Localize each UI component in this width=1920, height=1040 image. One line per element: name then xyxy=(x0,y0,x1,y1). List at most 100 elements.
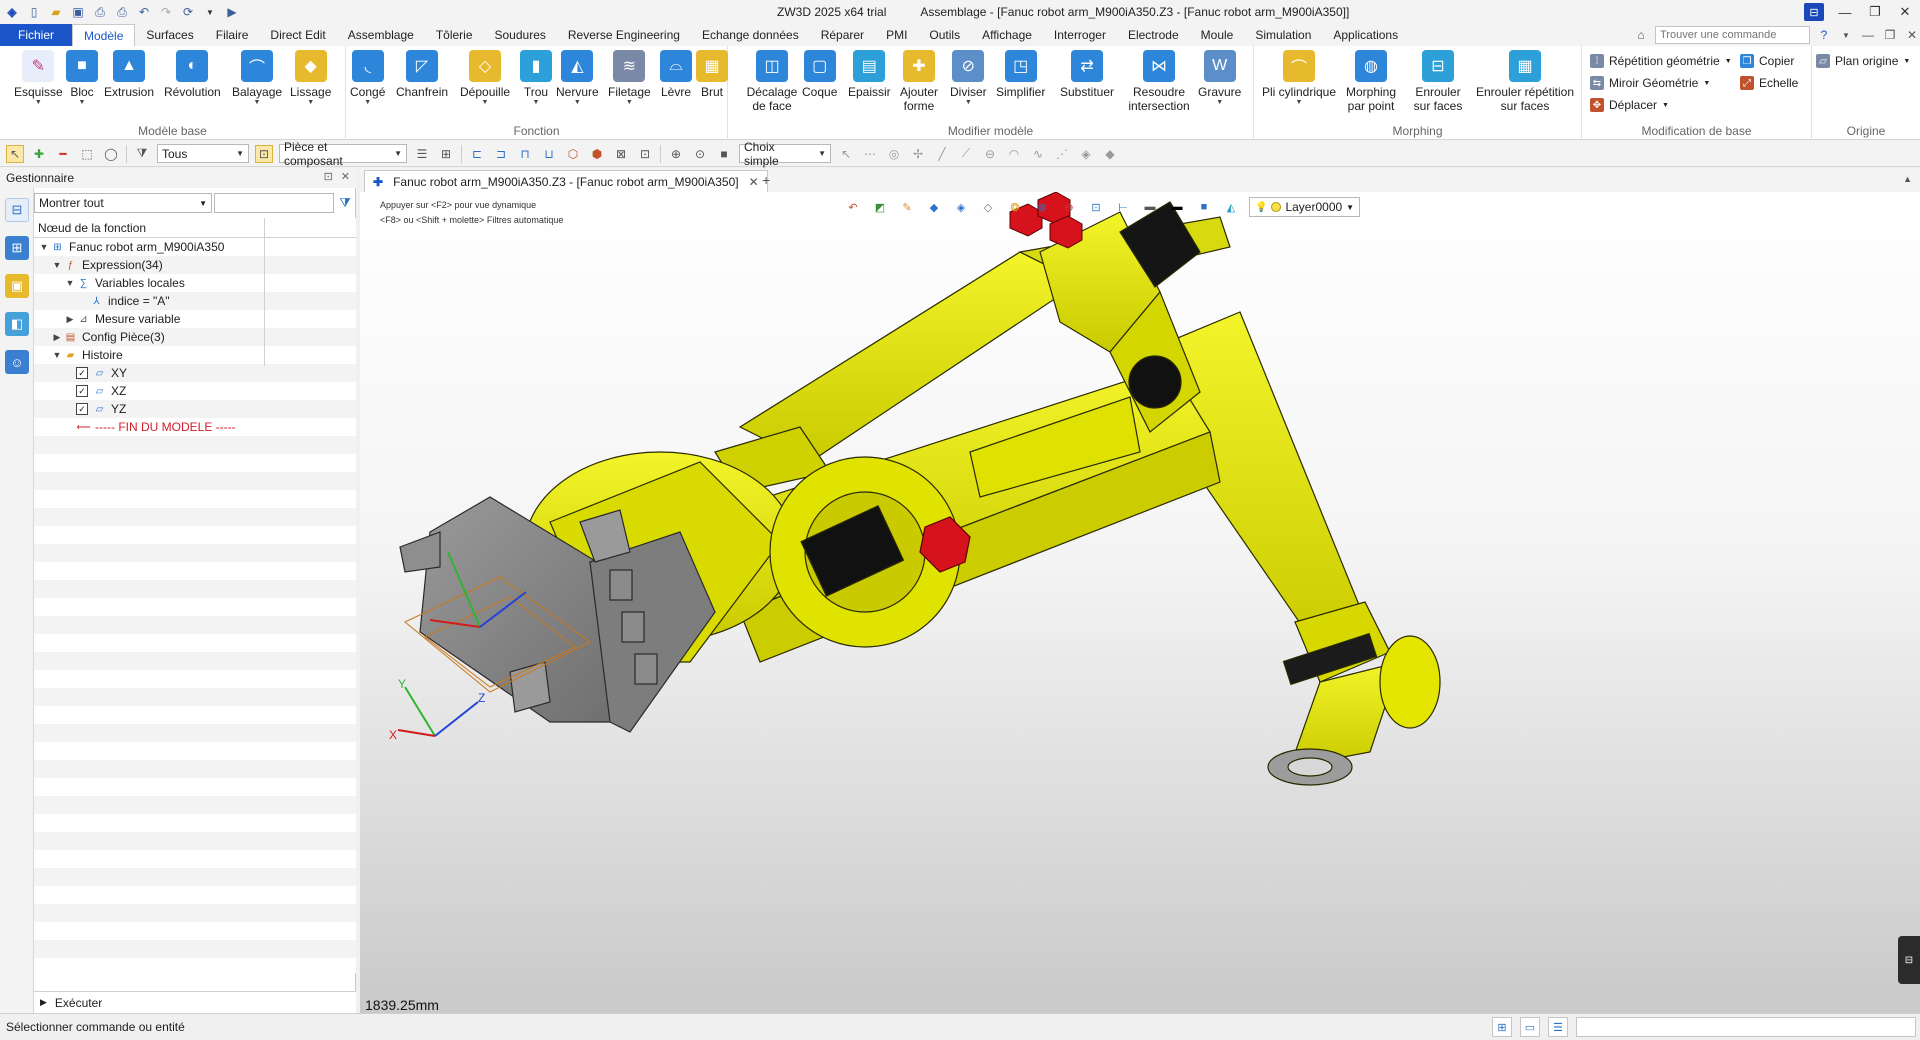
gravure-button[interactable]: W Gravure ▼ xyxy=(1198,50,1241,107)
undo-view-icon[interactable]: ↶ xyxy=(844,198,862,216)
lasso-select-icon[interactable]: ◯ xyxy=(102,145,120,163)
pick-loop-icon[interactable]: ◎ xyxy=(885,145,903,163)
entity-filter-select[interactable]: Tous ▼ xyxy=(157,144,249,163)
show-all-select[interactable]: Montrer tout ▼ xyxy=(34,193,212,213)
pin-icon[interactable]: ⊡ xyxy=(324,170,333,183)
tab-fichier[interactable]: Fichier xyxy=(0,24,73,46)
display-filter-icon[interactable]: ⊛ xyxy=(1033,198,1051,216)
snap-sketch-icon[interactable]: ⊠ xyxy=(612,145,630,163)
levre-button[interactable]: ⌓ Lèvre xyxy=(660,50,692,99)
home-icon[interactable]: ⌂ xyxy=(1633,28,1649,42)
assembly-manager-icon[interactable]: ⊞ xyxy=(5,236,29,260)
tab-direct-edit[interactable]: Direct Edit xyxy=(259,24,336,46)
save-icon[interactable]: ▣ xyxy=(70,4,86,20)
tab-assemblage[interactable]: Assemblage xyxy=(337,24,425,46)
funnel-icon[interactable]: ⧩ xyxy=(336,193,354,213)
copier-button[interactable]: ❐ Copier xyxy=(1740,52,1798,70)
tree-filter-input[interactable] xyxy=(214,193,334,213)
close-panel-icon[interactable]: ✕ xyxy=(341,170,350,183)
collapse-icon[interactable]: ▼ xyxy=(38,242,50,252)
visibility-checkbox[interactable]: ✓ xyxy=(76,367,88,379)
box-select-icon[interactable]: ⬚ xyxy=(78,145,96,163)
tab-list-icon[interactable]: ▲ xyxy=(1903,174,1912,184)
diviser-button[interactable]: ⊘ Diviser ▼ xyxy=(950,50,987,107)
decalage-face-button[interactable]: ◫ Décalage de face xyxy=(742,50,802,113)
layer-select[interactable]: 💡 Layer0000 ▼ xyxy=(1249,197,1361,217)
help-icon[interactable]: ? xyxy=(1816,28,1832,42)
minimize-button[interactable]: — xyxy=(1830,0,1860,24)
tree-row[interactable]: ▶ ▤ Config Pièce(3) xyxy=(34,328,356,346)
restore-ribbon-icon[interactable]: ❐ xyxy=(1882,28,1898,42)
part-scope-icon[interactable]: ⊡ xyxy=(255,144,273,163)
tab-echange-donnees[interactable]: Echange données xyxy=(691,24,810,46)
qat-dropdown-icon[interactable]: ▼ xyxy=(202,4,218,20)
filter-icon[interactable]: ⧩ xyxy=(133,145,151,163)
miroir-geometrie-button[interactable]: ⇆ Miroir Géométrie ▼ xyxy=(1590,74,1732,92)
pick-mode-select[interactable]: Choix simple ▼ xyxy=(739,140,831,168)
tab-reverse-engineering[interactable]: Reverse Engineering xyxy=(557,24,691,46)
tab-filaire[interactable]: Filaire xyxy=(205,24,260,46)
pick-polyline-icon[interactable]: ⋰ xyxy=(1053,145,1071,163)
snap-curve-icon[interactable]: ⊡ xyxy=(636,145,654,163)
side-panel-toggle-icon[interactable]: ⊟ xyxy=(1898,936,1920,984)
tree-row[interactable]: ▼ ⊞ Fanuc robot arm_M900iA350 xyxy=(34,238,356,256)
3d-viewport[interactable]: Y X Z Appuyer sur <F2> pour vue dynamiqu… xyxy=(360,192,1920,1013)
new-file-icon[interactable]: ▯ xyxy=(26,4,42,20)
revolution-button[interactable]: ◐ Révolution xyxy=(164,50,221,99)
enrouler-faces-button[interactable]: ⊟ Enrouler sur faces xyxy=(1406,50,1470,113)
run-icon[interactable]: ▶ xyxy=(224,4,240,20)
app-logo-icon[interactable]: ◈ xyxy=(4,4,20,20)
refresh-icon[interactable]: ⟳ xyxy=(180,4,196,20)
iso-view-icon[interactable]: ◇ xyxy=(979,198,997,216)
visual-manager-icon[interactable]: ◧ xyxy=(5,312,29,336)
tab-pmi[interactable]: PMI xyxy=(875,24,918,46)
tab-reparer[interactable]: Réparer xyxy=(810,24,875,46)
tree-row[interactable]: ✓ ▱ YZ xyxy=(34,400,356,418)
tree-row[interactable]: ⟵ ----- FIN DU MODELE ----- xyxy=(34,418,356,436)
tab-affichage[interactable]: Affichage xyxy=(971,24,1043,46)
snap-center-icon[interactable]: ⊙ xyxy=(691,145,709,163)
tab-simulation[interactable]: Simulation xyxy=(1244,24,1322,46)
bloc-button[interactable]: ■ Bloc ▼ xyxy=(66,50,98,107)
list-view-icon[interactable]: ☰ xyxy=(1548,1017,1568,1037)
snap-face-icon[interactable]: ⊓ xyxy=(516,145,534,163)
tab-tolerie[interactable]: Tôlerie xyxy=(425,24,484,46)
snap-end-icon[interactable]: ⊏ xyxy=(468,145,486,163)
substituer-button[interactable]: ⇄ Substituer xyxy=(1060,50,1114,99)
chanfrein-button[interactable]: ◸ Chanfrein xyxy=(396,50,448,99)
display-icon[interactable]: ▭ xyxy=(1520,1017,1540,1037)
tree-row[interactable]: ▼ ▰ Histoire xyxy=(34,346,356,364)
tree-row[interactable]: ▼ ∑ Variables locales xyxy=(34,274,356,292)
nervure-button[interactable]: ◭ Nervure ▼ xyxy=(556,50,599,107)
help-dropdown-icon[interactable]: ▼ xyxy=(1838,31,1854,40)
pick-surface-icon[interactable]: ◈ xyxy=(1077,145,1095,163)
visibility-checkbox[interactable]: ✓ xyxy=(76,403,88,415)
pick-cross-icon[interactable]: ✢ xyxy=(909,145,927,163)
snap-mid-icon[interactable]: ⊐ xyxy=(492,145,510,163)
snap-part-icon[interactable]: ⬡ xyxy=(564,145,582,163)
epaissir-button[interactable]: ▤ Epaissir xyxy=(848,50,891,99)
add-selection-icon[interactable]: ✚ xyxy=(30,145,48,163)
shaded-icon[interactable]: ◆ xyxy=(925,198,943,216)
view-cube-icon[interactable]: ◈ xyxy=(952,198,970,216)
expand-icon[interactable]: ▶ xyxy=(64,314,76,325)
filetage-button[interactable]: ≋ Filetage ▼ xyxy=(608,50,651,107)
user-manager-icon[interactable]: ☺ xyxy=(5,350,29,374)
account-icon[interactable]: ⊟ xyxy=(1804,3,1824,21)
section-icon[interactable]: ❂ xyxy=(1006,198,1024,216)
extrusion-button[interactable]: ▲ Extrusion xyxy=(104,50,154,99)
redo-icon[interactable]: ↷ xyxy=(158,4,174,20)
print-icon[interactable]: ⎙ xyxy=(92,4,108,20)
esquisse-button[interactable]: ✎ Esquisse ▼ xyxy=(14,50,63,107)
open-folder-icon[interactable]: ▰ xyxy=(48,4,64,20)
zoom-window-icon[interactable]: ⊡ xyxy=(1087,198,1105,216)
enrouler-repetition-button[interactable]: ▦ Enrouler répétition sur faces xyxy=(1474,50,1576,113)
layer-manager-icon[interactable]: ◭ xyxy=(1222,198,1240,216)
tab-interroger[interactable]: Interroger xyxy=(1043,24,1117,46)
pli-cylindrique-button[interactable]: ⌒ Pli cylindrique ▼ xyxy=(1262,50,1336,107)
undo-icon[interactable]: ↶ xyxy=(136,4,152,20)
stop-icon[interactable]: ■ xyxy=(715,145,733,163)
pick-spline-icon[interactable]: ∿ xyxy=(1029,145,1047,163)
brut-button[interactable]: ▦ Brut xyxy=(696,50,728,99)
grid-view-icon[interactable]: ⊞ xyxy=(1492,1017,1512,1037)
